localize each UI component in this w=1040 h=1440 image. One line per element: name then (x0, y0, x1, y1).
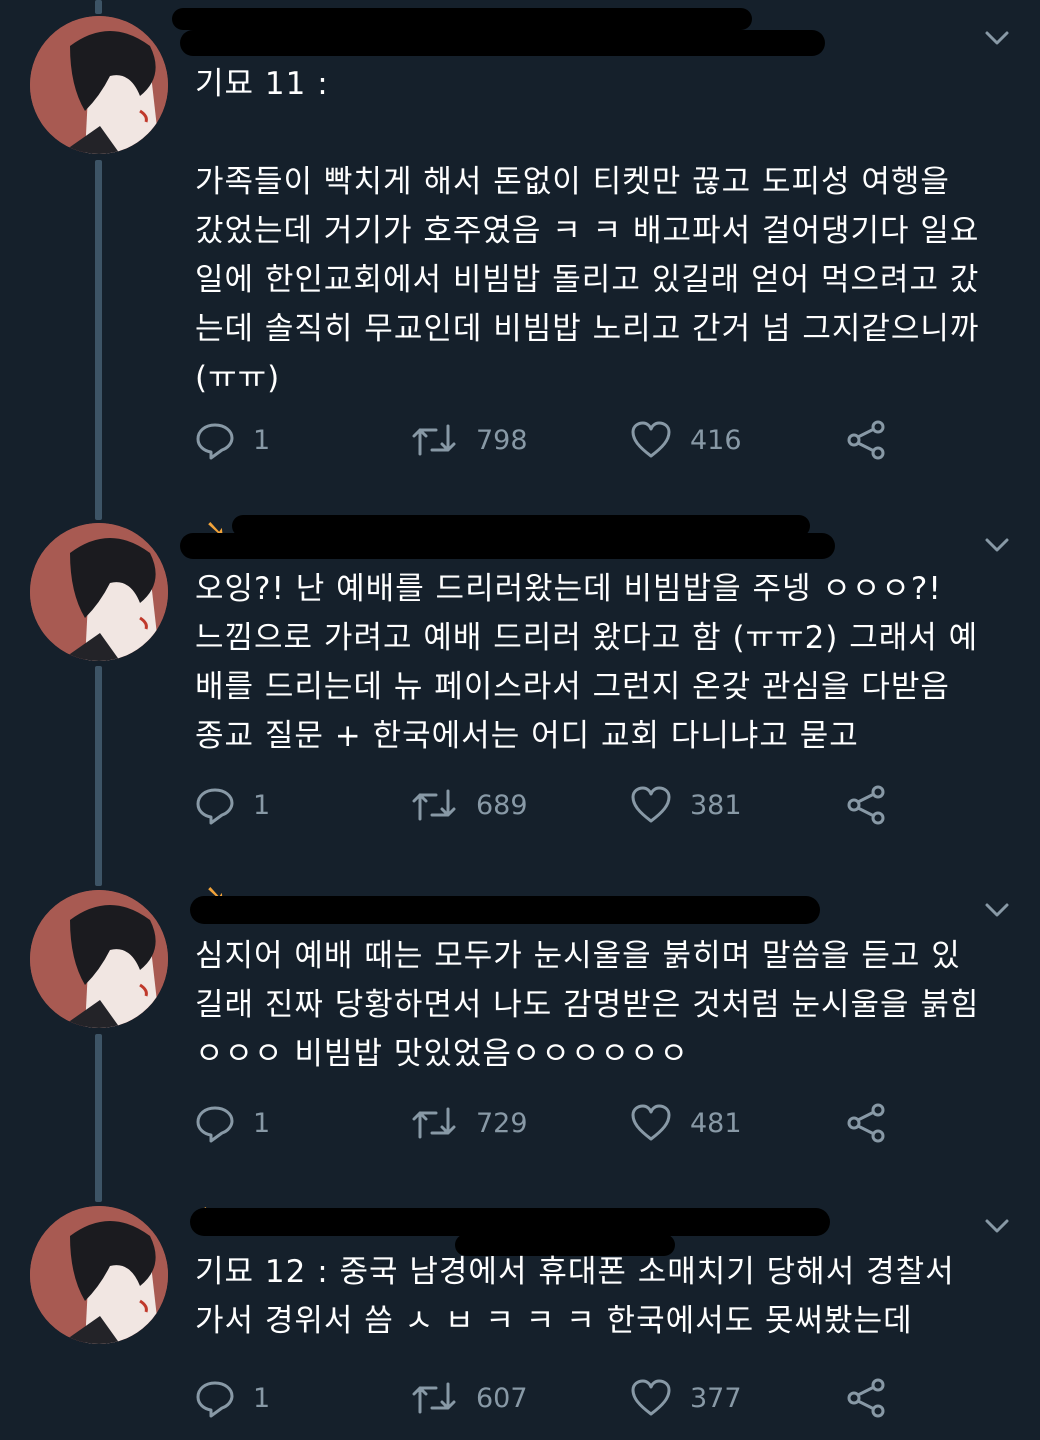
share-icon (847, 1378, 885, 1418)
chevron-down-icon[interactable] (984, 28, 1010, 48)
tweet[interactable]: ➘ 기묘 12 : 중국 남경에서 휴대폰 소매치기 당해서 경찰서 가서 경위… (0, 1190, 1040, 1440)
chevron-down-icon[interactable] (984, 900, 1010, 920)
share-icon (847, 420, 885, 460)
retweet-button[interactable]: 607 (410, 1376, 528, 1420)
redacted-handle (190, 896, 820, 924)
retweet-button[interactable]: 729 (410, 1101, 528, 1145)
share-button[interactable] (845, 1376, 887, 1420)
like-button[interactable]: 481 (630, 1101, 742, 1145)
tweet-actions: 1 689 381 (195, 783, 895, 827)
chevron-down-icon[interactable] (984, 1216, 1010, 1236)
retweet-icon (412, 1382, 456, 1414)
reply-icon (196, 1381, 234, 1418)
tweet-text: 기묘 12 : 중국 남경에서 휴대폰 소매치기 당해서 경찰서 가서 경위서 … (195, 1254, 966, 1339)
like-count: 381 (690, 789, 742, 821)
heart-icon (631, 421, 671, 458)
like-count: 481 (690, 1107, 742, 1139)
like-button[interactable]: 416 (630, 418, 742, 462)
redacted-name (190, 1208, 830, 1236)
reply-button[interactable]: 1 (195, 1376, 270, 1420)
retweet-count: 729 (476, 1107, 528, 1139)
redacted-name (172, 8, 752, 30)
share-icon (847, 1103, 885, 1143)
avatar[interactable] (30, 523, 168, 661)
retweet-icon (412, 1107, 456, 1139)
share-icon (847, 785, 885, 825)
reply-button[interactable]: 1 (195, 418, 270, 462)
avatar[interactable] (30, 16, 168, 154)
share-button[interactable] (845, 783, 887, 827)
reply-count: 1 (253, 1382, 271, 1414)
reply-count: 1 (253, 1107, 271, 1139)
retweet-icon (412, 789, 456, 821)
chevron-down-icon[interactable] (984, 535, 1010, 555)
reply-icon (196, 788, 234, 825)
retweet-button[interactable]: 798 (410, 418, 528, 462)
reply-count: 1 (253, 789, 271, 821)
share-button[interactable] (845, 418, 887, 462)
share-button[interactable] (845, 1101, 887, 1145)
heart-icon (631, 786, 671, 823)
reply-button[interactable]: 1 (195, 783, 270, 827)
retweet-count: 607 (476, 1382, 528, 1414)
heart-icon (631, 1104, 671, 1141)
tweet-text: 기묘 11 : 가족들이 빡치게 해서 돈없이 티켓만 끊고 도피성 여행을 갔… (195, 66, 980, 396)
retweet-button[interactable]: 689 (410, 783, 528, 827)
avatar[interactable] (30, 890, 168, 1028)
like-count: 377 (690, 1382, 742, 1414)
tweet[interactable]: ➘ 오잉?! 난 예배를 드리러왔는데 비빔밥을 주넹 ㅇㅇㅇ?! 느낌으로 가… (0, 505, 1040, 850)
reply-icon (196, 1106, 234, 1143)
like-button[interactable]: 377 (630, 1376, 742, 1420)
tweet[interactable]: 기묘 11 : 가족들이 빡치게 해서 돈없이 티켓만 끊고 도피성 여행을 갔… (0, 0, 1040, 500)
reply-count: 1 (253, 424, 271, 456)
redacted-handle (180, 533, 835, 559)
retweet-count: 798 (476, 424, 528, 456)
heart-icon (631, 1379, 671, 1416)
like-button[interactable]: 381 (630, 783, 742, 827)
reply-button[interactable]: 1 (195, 1101, 270, 1145)
tweet[interactable]: ➘ 심지어 예배 때는 모두가 눈시울을 붉히며 말씀을 듣고 있길래 진짜 당… (0, 872, 1040, 1172)
tweet-text: 오잉?! 난 예배를 드리러왔는데 비빔밥을 주넹 ㅇㅇㅇ?! 느낌으로 가려고… (195, 571, 979, 754)
tweet-text: 심지어 예배 때는 모두가 눈시울을 붉히며 말씀을 듣고 있길래 진짜 당황하… (195, 938, 980, 1072)
tweet-actions: 1 729 481 (195, 1101, 895, 1145)
avatar[interactable] (30, 1206, 168, 1344)
redacted-handle (180, 30, 825, 56)
tweet-actions: 1 607 377 (195, 1376, 895, 1420)
retweet-count: 689 (476, 789, 528, 821)
retweet-icon (412, 424, 456, 456)
like-count: 416 (690, 424, 742, 456)
reply-icon (196, 423, 234, 460)
tweet-actions: 1 798 416 (195, 418, 895, 462)
